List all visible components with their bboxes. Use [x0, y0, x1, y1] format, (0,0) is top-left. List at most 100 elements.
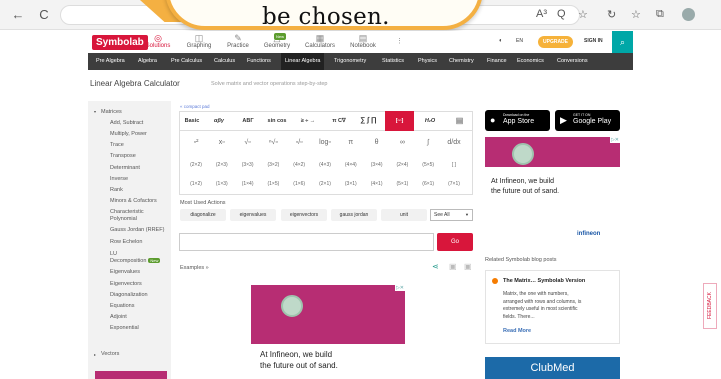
sidebar-item-inverse[interactable]: Inverse: [110, 176, 128, 182]
examples-link[interactable]: Examples »: [180, 265, 209, 271]
sidebar-item-add-subtract[interactable]: Add, Subtract: [110, 120, 143, 126]
see-all-select[interactable]: See All ▼: [430, 209, 473, 221]
sidebar-item-decomposition[interactable]: Decomposition New: [110, 258, 161, 264]
extensions-icon[interactable]: ↻: [607, 8, 616, 21]
keypad-key[interactable]: (3×2): [260, 160, 286, 171]
sidebar-item-exponential[interactable]: Exponential: [110, 325, 139, 331]
sidebar-item-polynomial[interactable]: Polynomial: [110, 216, 137, 222]
calculator-icon[interactable]: ▤: [446, 111, 473, 131]
keypad-key[interactable]: ⁿ√▫: [260, 137, 286, 148]
keypad-key[interactable]: (6×1): [415, 179, 441, 190]
tab-greek-upper[interactable]: ABΓ: [234, 111, 262, 131]
action-eigenvectors[interactable]: eigenvectors: [281, 209, 327, 221]
sidebar-item-diagonalization[interactable]: Diagonalization: [110, 292, 148, 298]
sidebar-item-transpose[interactable]: Transpose: [110, 153, 136, 159]
read-aloud-icon[interactable]: A³: [536, 8, 547, 20]
topnav-physics[interactable]: Physics: [418, 58, 437, 64]
keypad-key[interactable]: (2×2): [183, 160, 209, 171]
tab-chemistry[interactable]: H₂O: [416, 111, 444, 131]
reload-icon[interactable]: C: [36, 7, 52, 23]
google-play-button[interactable]: ▶ GET IT ON Google Play: [555, 110, 620, 131]
collapse-icon[interactable]: ▸: [94, 352, 96, 358]
sidebar-item-characteristic[interactable]: Characteristic: [110, 209, 144, 215]
compact-pad-link[interactable]: « compact pad: [180, 104, 210, 109]
topnav-economics[interactable]: Economics: [517, 58, 544, 64]
sidebar-item-rank[interactable]: Rank: [110, 187, 123, 193]
center-ad[interactable]: At Infineon, we build the future out of …: [251, 285, 405, 379]
more-icon[interactable]: ⋮: [396, 37, 403, 45]
app-store-button[interactable]: ● Download on the App Store: [485, 110, 550, 131]
keypad-key[interactable]: (3×4): [364, 160, 390, 171]
expand-icon[interactable]: ▾: [94, 109, 96, 115]
share-icon[interactable]: ⋖: [432, 262, 439, 271]
sidebar-item-minors[interactable]: Minors & Cofactors: [110, 198, 157, 204]
nav-notebook[interactable]: ▤ Notebook: [339, 33, 387, 49]
sidebar-item-trace[interactable]: Trace: [110, 142, 124, 148]
action-gauss-jordan[interactable]: gauss jordan: [331, 209, 377, 221]
keypad-key[interactable]: d/dx: [441, 137, 467, 148]
tab-calculus-symbols[interactable]: π C∇: [325, 111, 353, 131]
theme-icon[interactable]: ◐: [499, 38, 503, 44]
keypad-key[interactable]: (1×3): [209, 179, 235, 190]
sidebar-item-row-echelon[interactable]: Row Echelon: [110, 239, 142, 245]
keypad-key[interactable]: ▫²: [183, 137, 209, 148]
keypad-key[interactable]: π: [338, 137, 364, 148]
upgrade-button[interactable]: UPGRADE: [538, 36, 574, 48]
keypad-key[interactable]: ∞: [389, 137, 415, 148]
topnav-linear-algebra[interactable]: Linear Algebra: [281, 53, 325, 70]
sidebar-item-equations[interactable]: Equations: [110, 303, 134, 309]
tab-operators[interactable]: ≥ ÷ →: [292, 111, 324, 131]
tab-trig[interactable]: sin cos: [263, 111, 291, 131]
right-ad[interactable]: At Infineon, we build the future out of …: [485, 137, 620, 249]
sidebar-item-lu[interactable]: LU: [110, 251, 117, 257]
sidebar-item-eigenvectors[interactable]: Eigenvectors: [110, 281, 142, 287]
nav-calculators[interactable]: ▦ Calculators: [296, 33, 344, 49]
topnav-chemistry[interactable]: Chemistry: [449, 58, 474, 64]
keypad-key[interactable]: ∫: [415, 137, 441, 148]
keypad-key[interactable]: (4×2): [286, 160, 312, 171]
tab-sum-integral[interactable]: ∑ ∫ ∏: [354, 111, 383, 131]
ad-choices-icon[interactable]: ▷✕: [394, 285, 405, 291]
blog-title[interactable]: The Matrix… Symbolab Version: [503, 278, 585, 284]
keypad-key[interactable]: (1×5): [260, 179, 286, 190]
keypad-key[interactable]: (1×6): [286, 179, 312, 190]
keypad-key[interactable]: (1×4): [235, 179, 261, 190]
topnav-statistics[interactable]: Statistics: [382, 58, 404, 64]
keypad-key[interactable]: (4×1): [364, 179, 390, 190]
keypad-key[interactable]: (2×3): [209, 160, 235, 171]
profile-avatar[interactable]: [682, 8, 695, 21]
keypad-key[interactable]: (2×1): [312, 179, 338, 190]
keypad-key[interactable]: (1×2): [183, 179, 209, 190]
tab-basic[interactable]: Basic: [180, 111, 204, 131]
keypad-key[interactable]: [ ]: [441, 160, 467, 171]
tab-matrix[interactable]: [▫▫]: [385, 111, 414, 131]
topnav-algebra[interactable]: Algebra: [138, 58, 157, 64]
zoom-icon[interactable]: Q: [557, 8, 566, 20]
action-eigenvalues[interactable]: eigenvalues: [230, 209, 276, 221]
read-more-link[interactable]: Read More: [503, 328, 531, 334]
favorites-icon[interactable]: ☆: [631, 8, 641, 21]
topnav-functions[interactable]: Functions: [247, 58, 271, 64]
ad-choices-icon[interactable]: ▷✕: [609, 137, 620, 143]
keypad-key[interactable]: ▫/▫: [286, 137, 312, 148]
keypad-key[interactable]: x▫: [209, 137, 235, 148]
sidebar-item-eigenvalues[interactable]: Eigenvalues: [110, 269, 140, 275]
sidebar-item-gauss-jordan[interactable]: Gauss Jordan (RREF): [110, 227, 164, 233]
sidebar-item-vectors[interactable]: Vectors: [101, 351, 119, 357]
print-icon[interactable]: ▣: [449, 262, 457, 271]
language-select[interactable]: EN: [516, 38, 523, 44]
keypad-key[interactable]: log▫: [312, 137, 338, 148]
keypad-key[interactable]: (5×5): [415, 160, 441, 171]
save-icon[interactable]: ▣: [464, 262, 472, 271]
go-button[interactable]: Go: [437, 233, 473, 251]
sidebar-item-adjoint[interactable]: Adjoint: [110, 314, 127, 320]
topnav-pre-calculus[interactable]: Pre Calculus: [171, 58, 202, 64]
expression-input[interactable]: [179, 233, 434, 251]
keypad-key[interactable]: √▫: [235, 137, 261, 148]
collections-icon[interactable]: ⧉: [656, 8, 664, 21]
topnav-finance[interactable]: Finance: [487, 58, 507, 64]
topnav-conversions[interactable]: Conversions: [557, 58, 588, 64]
feedback-tab[interactable]: FEEDBACK: [703, 283, 717, 329]
keypad-key[interactable]: (3×1): [338, 179, 364, 190]
sign-in-link[interactable]: SIGN IN: [584, 38, 603, 44]
